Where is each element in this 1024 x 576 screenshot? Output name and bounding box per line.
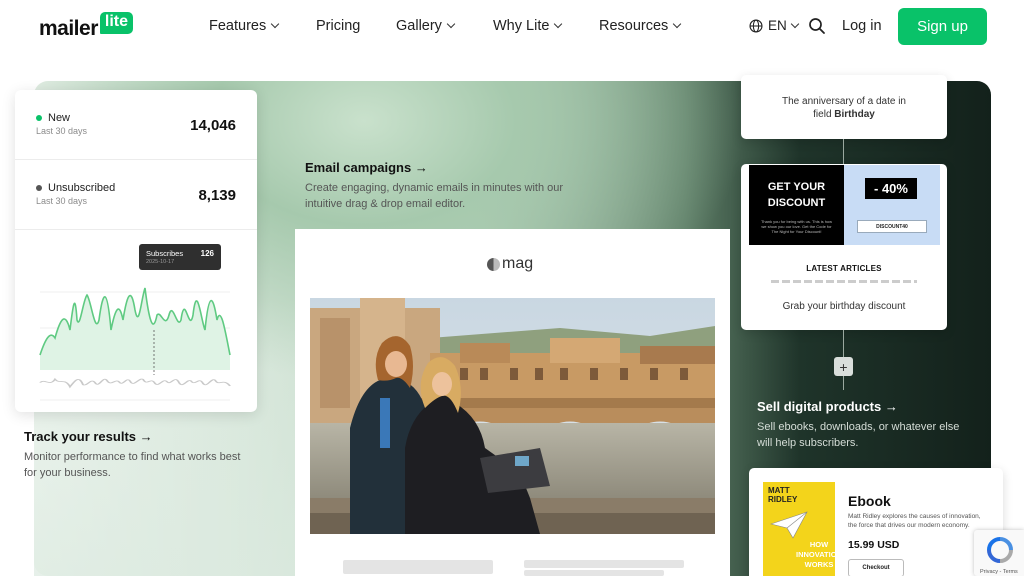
- promo-percent: - 40%: [865, 178, 917, 199]
- recaptcha-badge[interactable]: Privacy - Terms: [974, 530, 1024, 576]
- promo-footer: Grab your birthday discount: [782, 301, 906, 312]
- nav-why-lite[interactable]: Why Lite: [493, 18, 563, 34]
- search-icon[interactable]: [808, 17, 826, 35]
- automation-trigger-card[interactable]: The anniversary of a date in field Birth…: [741, 75, 947, 139]
- digital-products-desc: Sell ebooks, downloads, or whatever else…: [757, 421, 960, 449]
- chevron-down-icon: [554, 19, 563, 29]
- chevron-down-icon: [790, 19, 800, 28]
- language-selector[interactable]: EN: [749, 18, 800, 33]
- nav-gallery[interactable]: Gallery: [396, 18, 456, 34]
- book-title: HOW INNOVATION WORKS: [796, 540, 842, 570]
- chevron-down-icon: [446, 19, 456, 29]
- stat-unsub-period: Last 30 days: [36, 196, 88, 206]
- latest-articles-heading: LATEST ARTICLES: [806, 264, 882, 273]
- paper-plane-icon: [769, 511, 808, 539]
- promo-heading: GET YOUR DISCOUNT: [749, 179, 844, 211]
- globe-icon: [749, 18, 763, 33]
- latest-articles-placeholder: [771, 280, 917, 283]
- stat-new-period: Last 30 days: [36, 126, 88, 136]
- hero-photo: [310, 298, 715, 534]
- flow-connector: [843, 139, 844, 164]
- nav-resources-label: Resources: [599, 18, 669, 34]
- nav-features-label: Features: [209, 18, 267, 34]
- add-step-button[interactable]: +: [834, 357, 853, 376]
- stat-new-label-wrap: New: [36, 112, 70, 124]
- tooltip-label: Subscribes: [146, 249, 184, 258]
- nav-pricing[interactable]: Pricing: [316, 18, 360, 34]
- birthday-promo-card[interactable]: GET YOUR DISCOUNT Thank you for being wi…: [741, 164, 947, 330]
- nav-why-lite-label: Why Lite: [493, 18, 550, 34]
- subscribes-area: [40, 288, 230, 370]
- trigger-line-1: The anniversary of a date in: [782, 96, 906, 107]
- logo-badge: lite: [99, 12, 133, 34]
- email-campaigns-desc: Create engaging, dynamic emails in minut…: [305, 182, 564, 210]
- mag-logo-text: mag: [502, 255, 534, 272]
- nav-features[interactable]: Features: [209, 18, 280, 34]
- recaptcha-icon: [987, 537, 1013, 563]
- email-campaigns-link[interactable]: Email campaigns →: [305, 160, 428, 175]
- signup-button[interactable]: Sign up: [898, 8, 987, 45]
- placeholder-bar: [343, 560, 493, 574]
- promo-discount-panel: GET YOUR DISCOUNT Thank you for being wi…: [749, 165, 844, 245]
- promo-heading-line-2: DISCOUNT: [767, 197, 826, 209]
- nav-pricing-label: Pricing: [316, 18, 361, 34]
- photo-illustration: [310, 298, 715, 534]
- flow-connector: [843, 330, 844, 357]
- login-link[interactable]: Log in: [842, 18, 882, 34]
- promo-fine-print: Thank you for being with us. This is how…: [760, 219, 833, 234]
- language-label: EN: [768, 18, 787, 33]
- stats-card: New Last 30 days 14,046 Unsubscribed Las…: [15, 90, 257, 412]
- placeholder-bar: [524, 560, 684, 568]
- trigger-field-name: Birthday: [834, 109, 875, 120]
- promo-heading-line-1: GET YOUR: [767, 181, 826, 193]
- ebook-price: 15.99 USD: [848, 539, 900, 551]
- book-author: MATT RIDLEY: [768, 486, 797, 504]
- stat-unsub-value: 8,139: [198, 187, 236, 204]
- track-results-link[interactable]: Track your results →: [24, 429, 153, 444]
- placeholder-bar: [524, 570, 664, 576]
- book-title-line-2: INNOVATION: [796, 550, 842, 559]
- promo-code: DISCOUNT40: [857, 220, 927, 233]
- recaptcha-terms[interactable]: Privacy - Terms: [980, 569, 1018, 575]
- promo-offer-panel: - 40% DISCOUNT40: [844, 165, 940, 245]
- book-author-line-1: MATT: [768, 486, 790, 495]
- book-author-line-2: RIDLEY: [768, 495, 798, 504]
- nav-gallery-label: Gallery: [396, 18, 442, 34]
- stat-new-label: New: [48, 112, 71, 124]
- mag-logo: mag: [487, 255, 533, 273]
- book-title-line-1: HOW: [809, 540, 829, 549]
- digital-products-link[interactable]: Sell digital products →: [757, 399, 898, 414]
- chevron-down-icon: [270, 19, 280, 29]
- track-results-desc: Monitor performance to find what works b…: [24, 451, 241, 479]
- flow-connector: [843, 376, 844, 390]
- stat-unsub-label-wrap: Unsubscribed: [36, 182, 115, 194]
- site-header: mailer lite Features Pricing Gallery Why…: [0, 0, 1024, 56]
- ebook-desc: Matt Ridley explores the causes of innov…: [848, 513, 981, 529]
- stat-unsub-label: Unsubscribed: [48, 182, 116, 194]
- ebook-title: Ebook: [848, 493, 891, 509]
- green-dot-icon: [36, 115, 42, 121]
- chart-tooltip: Subscribes 126 2025-10-17: [139, 244, 221, 270]
- ebook-product-card: MATT RIDLEY HOW INNOVATION WORKS Ebook M…: [749, 468, 1003, 576]
- trigger-line-2: field Birthday: [741, 108, 947, 121]
- tooltip-value: 126: [200, 249, 214, 258]
- mailerlite-logo[interactable]: mailer lite: [39, 12, 133, 41]
- ebook-cover: MATT RIDLEY HOW INNOVATION WORKS: [763, 482, 842, 576]
- book-title-line-3: WORKS: [804, 560, 834, 569]
- tooltip-date: 2025-10-17: [146, 259, 175, 265]
- unsubscribes-line: [39, 377, 231, 389]
- nav-resources[interactable]: Resources: [599, 18, 682, 34]
- chevron-down-icon: [673, 19, 682, 29]
- trigger-field-prefix: field: [813, 109, 835, 120]
- stat-unsubscribed: Unsubscribed Last 30 days 8,139: [15, 160, 257, 230]
- email-preview: mag: [295, 229, 730, 576]
- stat-new-value: 14,046: [190, 117, 236, 134]
- mag-logo-icon: [487, 257, 500, 271]
- stat-new: New Last 30 days 14,046: [15, 90, 257, 160]
- checkout-button[interactable]: Checkout: [848, 559, 904, 576]
- gray-dot-icon: [36, 185, 42, 191]
- logo-word: mailer: [39, 17, 98, 40]
